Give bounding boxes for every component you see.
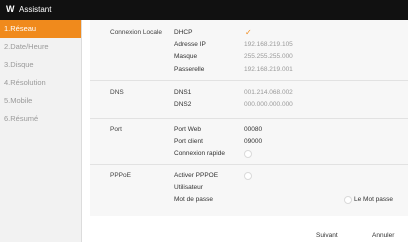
sidebar-item-resolution[interactable]: 4.Résolution xyxy=(0,74,81,92)
web-port-label: Port Web xyxy=(174,126,201,133)
next-button[interactable]: Suivant xyxy=(316,230,338,242)
sidebar-item-reseau[interactable]: 1.Réseau xyxy=(0,20,81,38)
sidebar-item-date-heure[interactable]: 2.Date/Heure xyxy=(0,38,81,56)
dhcp-checkbox[interactable]: ✓ xyxy=(245,28,252,37)
sidebar-item-disque[interactable]: 3.Disque xyxy=(0,56,81,74)
title-bar: W Assistant xyxy=(0,0,408,20)
gateway-field[interactable]: 192.168.219.001 xyxy=(244,66,293,73)
dns1-label: DNS1 xyxy=(174,89,192,96)
main-content: Connexion Locale DHCP ✓ Adresse IP 192.1… xyxy=(82,20,408,242)
section-title-local: Connexion Locale xyxy=(110,29,163,36)
ip-label: Adresse IP xyxy=(174,41,206,48)
sidebar-item-mobile[interactable]: 5.Mobile xyxy=(0,92,81,110)
sidebar: 1.Réseau 2.Date/Heure 3.Disque 4.Résolut… xyxy=(0,20,82,242)
dns2-field[interactable]: 000.000.000.000 xyxy=(244,101,293,108)
window-title: Assistant xyxy=(19,5,52,14)
ip-field[interactable]: 192.168.219.105 xyxy=(244,41,293,48)
password-label: Mot de passe xyxy=(174,196,214,203)
divider xyxy=(90,164,408,165)
section-title-dns: DNS xyxy=(110,89,124,96)
divider xyxy=(90,80,408,81)
brand-logo: W xyxy=(6,4,15,14)
sidebar-item-resume[interactable]: 6.Résumé xyxy=(0,110,81,128)
cancel-button[interactable]: Annuler xyxy=(372,230,394,242)
mask-label: Masque xyxy=(174,53,198,60)
web-port-field[interactable]: 00080 xyxy=(244,126,262,133)
show-password-checkbox[interactable] xyxy=(344,196,352,204)
dhcp-label: DHCP xyxy=(174,29,193,36)
mask-field[interactable]: 255.255.255.000 xyxy=(244,53,293,60)
settings-panel: Connexion Locale DHCP ✓ Adresse IP 192.1… xyxy=(90,20,408,216)
divider xyxy=(90,118,408,119)
pppoe-enable-label: Activer PPPOE xyxy=(174,172,219,179)
section-title-port: Port xyxy=(110,126,122,133)
client-port-label: Port client xyxy=(174,138,203,145)
section-title-pppoe: PPPoE xyxy=(110,172,131,179)
dns1-field[interactable]: 001.214.068.002 xyxy=(244,89,293,96)
show-password-label: Le Mot passe xyxy=(354,196,394,203)
client-port-field[interactable]: 09000 xyxy=(244,138,262,145)
quick-connect-label: Connexion rapide xyxy=(174,150,225,157)
gateway-label: Passerelle xyxy=(174,66,205,73)
pppoe-enable-checkbox[interactable] xyxy=(244,172,252,180)
user-label: Utilisateur xyxy=(174,184,203,191)
dns2-label: DNS2 xyxy=(174,101,192,108)
quick-connect-checkbox[interactable] xyxy=(244,150,252,158)
